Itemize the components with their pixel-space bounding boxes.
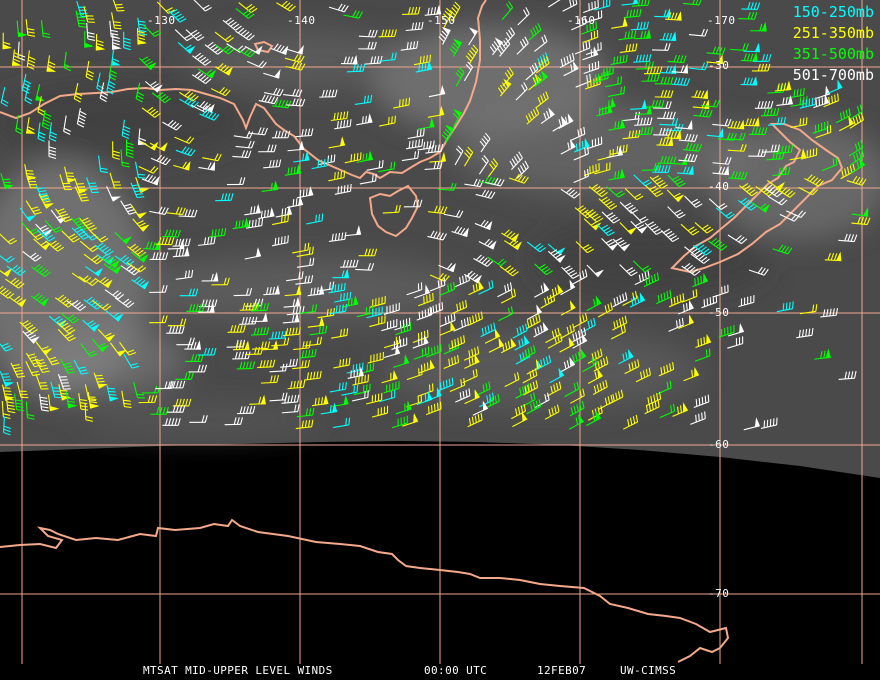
latitude-label-70s: -70 [708, 587, 730, 600]
latitude-label-60s: -60 [708, 438, 730, 451]
latitude-label-30s: -30 [708, 59, 730, 72]
footer-time: 00:00 UTC [424, 664, 488, 677]
longitude-label-160w: -160 [567, 14, 596, 27]
legend-item-501-700mb: 501-700mb [792, 66, 874, 84]
pressure-level-legend: 150-250mb 251-350mb 351-500mb 501-700mb [793, 2, 874, 86]
longitude-label-140w: -140 [287, 14, 316, 27]
footer-credit: UW-CIMSS [620, 664, 677, 677]
longitude-label-170w: -170 [707, 14, 736, 27]
legend-item-251-350mb: 251-350mb [792, 24, 874, 42]
legend-item-150-250mb: 150-250mb [792, 3, 874, 21]
legend-item-351-500mb: 351-500mb [792, 45, 874, 63]
antarctica-coastline [0, 518, 730, 663]
latitude-label-50s: -50 [708, 306, 730, 319]
longitude-label-150w: -150 [427, 14, 456, 27]
latitude-label-40s: -40 [708, 180, 730, 193]
wind-map: -130 -140 -150 -160 -170 -30 -40 -50 -60… [0, 0, 880, 680]
footer-title: MTSAT MID-UPPER LEVEL WINDS [143, 664, 333, 677]
footer-date: 12FEB07 [537, 664, 587, 677]
map-canvas [0, 0, 880, 664]
footer-caption: MTSAT MID-UPPER LEVEL WINDS 00:00 UTC 12… [0, 664, 880, 680]
longitude-label-130w: -130 [147, 14, 176, 27]
